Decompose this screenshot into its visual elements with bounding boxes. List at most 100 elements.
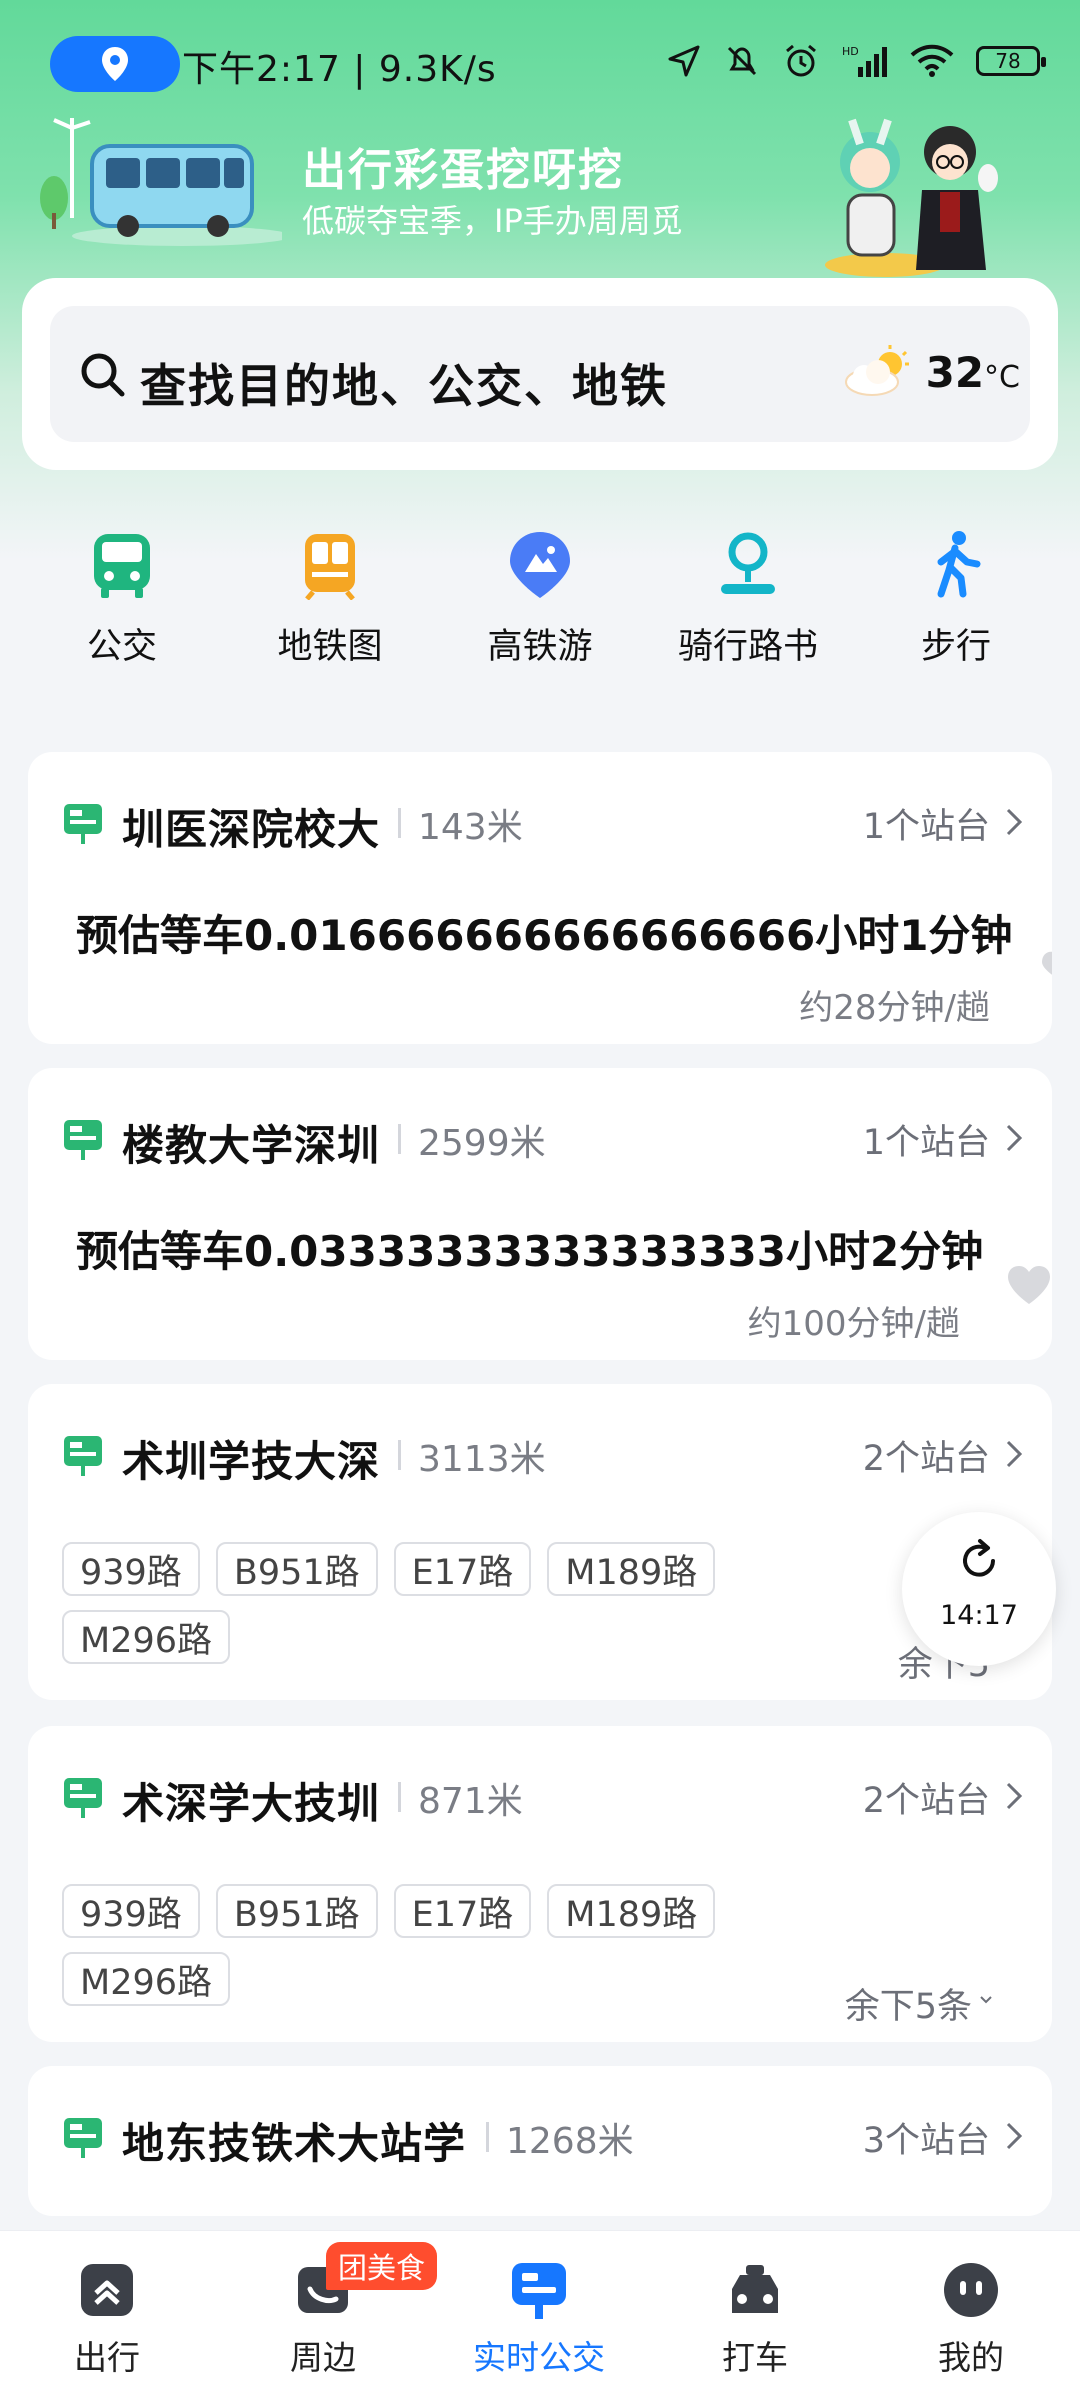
quick-nav-cycling-label: 骑行路书: [677, 627, 818, 667]
search-icon: [81, 353, 125, 397]
chevron-right-icon: [1006, 1124, 1023, 1152]
refresh-button[interactable]: 14:17: [902, 1512, 1056, 1666]
realtime-bus-icon: [512, 2263, 566, 2319]
favorite-heart-icon[interactable]: [1032, 946, 1052, 986]
estimated-wait: 预估等车0.016666666666666666小时1分钟: [76, 911, 1013, 960]
quick-nav-cycling[interactable]: 骑行路书: [648, 530, 848, 669]
tab-profile-label: 我的: [938, 2338, 1004, 2377]
station-card[interactable]: 术圳学技大深 3113米 2个站台 939路 B951路 E17路 M189路 …: [28, 1384, 1052, 1700]
signal-icon: HD: [842, 45, 887, 77]
route-chip[interactable]: E17路: [393, 1884, 532, 1938]
tab-travel[interactable]: 出行: [22, 2259, 192, 2379]
weather-temperature: 32°C: [925, 347, 1020, 397]
quick-nav-hsr[interactable]: 高铁游: [440, 530, 640, 669]
travel-icon: [81, 2264, 133, 2316]
tab-taxi[interactable]: 打车: [670, 2259, 840, 2379]
station-card[interactable]: 楼教大学深圳 2599米 1个站台 预估等车0.0333333333333333…: [28, 1068, 1052, 1360]
bus-stop-icon: [64, 1778, 102, 1818]
tab-realtime-bus[interactable]: 实时公交: [454, 2259, 624, 2379]
station-distance: 2599米: [418, 1123, 546, 1164]
tab-travel-label: 出行: [74, 2338, 140, 2377]
divider: [398, 1782, 401, 1812]
svg-text:HD: HD: [842, 45, 859, 58]
divider: [398, 1440, 401, 1470]
alarm-icon: [786, 44, 816, 77]
battery-indicator: 78: [976, 46, 1046, 76]
platform-count[interactable]: 1个站台: [863, 798, 990, 849]
platform-count[interactable]: 3个站台: [863, 2112, 990, 2163]
divider: [398, 1124, 401, 1154]
promo-badge[interactable]: 团美食: [326, 2242, 438, 2290]
bell-mute-icon: [727, 46, 757, 76]
bus-stop-icon: [64, 804, 102, 844]
search-input[interactable]: 查找目的地、公交、地铁 32°C: [50, 306, 1030, 442]
route-chips: 939路 B951路 E17路 M189路 M296路: [62, 1884, 762, 2006]
platform-count[interactable]: 2个站台: [863, 1772, 990, 1823]
tab-realtime-bus-label: 实时公交: [473, 2338, 605, 2377]
weather-widget[interactable]: 32°C: [840, 344, 1020, 400]
station-name: 地东技铁术大站学: [122, 2119, 467, 2168]
quick-nav-walk[interactable]: 步行: [856, 530, 1056, 669]
station-name: 术深学大技圳: [122, 1779, 381, 1828]
quick-nav-bus[interactable]: 公交: [22, 530, 222, 669]
route-chips: 939路 B951路 E17路 M189路 M296路: [62, 1542, 762, 1664]
platform-count[interactable]: 2个站台: [863, 1430, 990, 1481]
figurine-illustration[interactable]: [800, 100, 1000, 280]
remaining-routes[interactable]: 余下5条: [845, 1978, 972, 2029]
bus-icon: [94, 534, 150, 598]
route-chip[interactable]: M296路: [62, 1610, 231, 1664]
partly-sunny-icon: [844, 345, 909, 396]
taxi-icon: [732, 2265, 778, 2313]
platform-count[interactable]: 1个站台: [863, 1114, 990, 1165]
bus-frequency: 约28分钟/趟: [799, 988, 990, 1028]
chevron-right-icon: [1006, 1782, 1023, 1810]
tab-taxi-label: 打车: [722, 2338, 788, 2377]
eco-bus-illustration[interactable]: [32, 118, 282, 248]
ride-pin-icon: [721, 532, 775, 594]
location-pin-icon: [102, 47, 128, 81]
refresh-icon: [963, 1539, 995, 1577]
station-card[interactable]: 地东技铁术大站学 1268米 3个站台: [28, 2066, 1052, 2216]
estimated-wait: 预估等车0.03333333333333333小时2分钟: [76, 1227, 984, 1276]
walk-icon: [937, 531, 981, 598]
tab-profile[interactable]: 我的: [886, 2259, 1056, 2379]
station-card[interactable]: 术深学大技圳 871米 2个站台 939路 B951路 E17路 M189路 M…: [28, 1726, 1052, 2042]
status-time-speed: 下午2:17 | 9.3K/s: [182, 49, 497, 90]
bus-stop-icon: [64, 1120, 102, 1160]
last-refresh-time: 14:17: [940, 1600, 1018, 1631]
bottom-nav: 出行 周边 实时公交 打车 我的: [0, 2230, 1080, 2400]
station-distance: 871米: [418, 1781, 523, 1822]
metro-icon: [305, 534, 355, 600]
quick-nav-walk-label: 步行: [920, 627, 991, 667]
banner-subtitle[interactable]: 低碳夺宝季，IP手办周周觅: [302, 196, 683, 242]
route-chip[interactable]: M189路: [547, 1884, 716, 1938]
profile-icon: [944, 2263, 998, 2317]
divider: [486, 2122, 489, 2152]
chevron-right-icon: [1006, 2122, 1023, 2150]
route-chip[interactable]: B951路: [215, 1884, 378, 1938]
chevron-down-icon: [980, 1996, 992, 2004]
route-chip[interactable]: 939路: [62, 1542, 200, 1596]
quick-nav-metro-label: 地铁图: [277, 627, 383, 667]
route-chip[interactable]: E17路: [393, 1542, 532, 1596]
station-name: 术圳学技大深: [122, 1437, 381, 1486]
route-chip[interactable]: B951路: [215, 1542, 378, 1596]
favorite-heart-icon[interactable]: [1006, 1264, 1052, 1306]
station-distance: 1268米: [506, 2121, 634, 2162]
station-distance: 143米: [418, 807, 523, 848]
wifi-icon: [910, 44, 954, 77]
route-chip[interactable]: M189路: [547, 1542, 716, 1596]
station-name: 楼教大学深圳: [122, 1121, 381, 1170]
navigation-arrow-icon: [668, 45, 700, 77]
station-name: 圳医深院校大: [122, 805, 381, 854]
route-chip[interactable]: 939路: [62, 1884, 200, 1938]
quick-nav-metro[interactable]: 地铁图: [230, 530, 430, 669]
divider: [398, 808, 401, 838]
chevron-right-icon: [1006, 808, 1023, 836]
station-card[interactable]: 圳医深院校大 143米 1个站台 预估等车0.01666666666666666…: [28, 752, 1052, 1044]
banner-title[interactable]: 出行彩蛋挖呀挖: [302, 134, 624, 198]
status-icons: HD 78: [666, 42, 1046, 80]
quick-nav-bus-label: 公交: [86, 627, 157, 667]
search-placeholder: 查找目的地、公交、地铁: [140, 359, 668, 413]
route-chip[interactable]: M296路: [62, 1952, 231, 2006]
